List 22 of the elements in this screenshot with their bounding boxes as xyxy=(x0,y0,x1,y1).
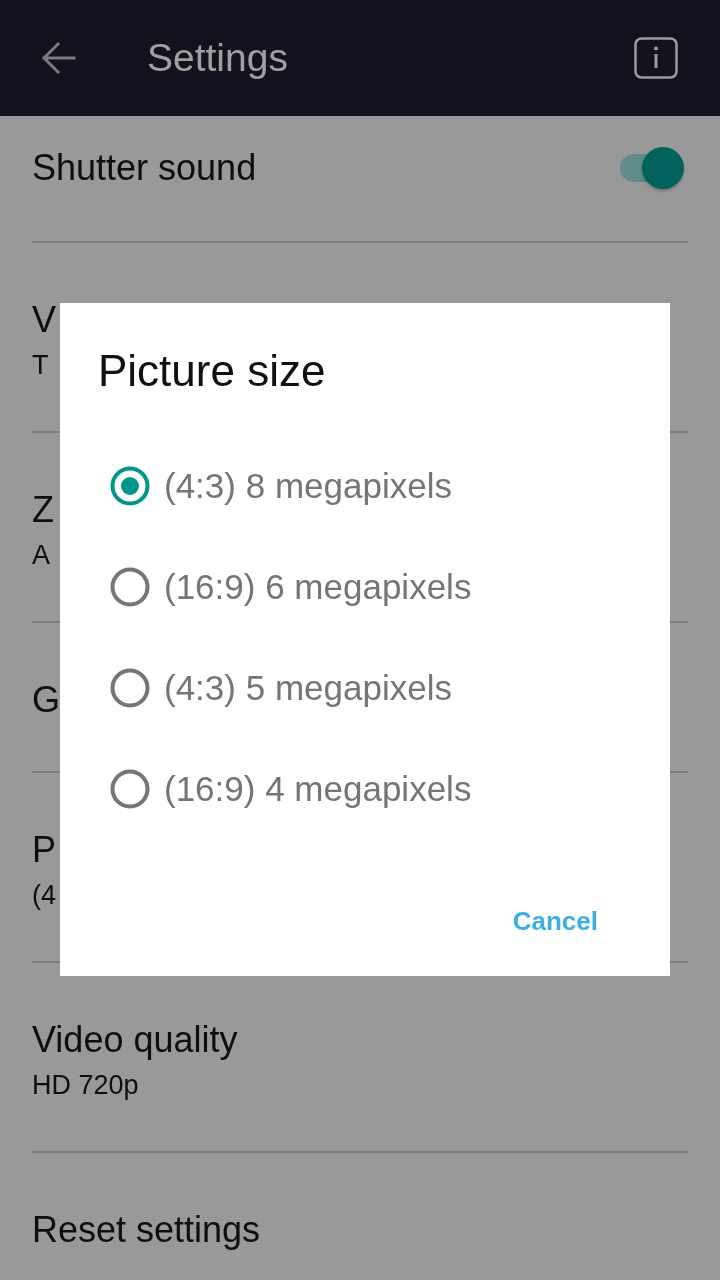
setting-title: Shutter sound xyxy=(32,147,257,189)
radio-option[interactable]: (16:9) 6 megapixels xyxy=(110,536,472,637)
setting-title: V xyxy=(32,299,56,341)
setting-value: T xyxy=(32,349,49,381)
setting-value: (4 xyxy=(32,879,56,911)
cancel-button[interactable]: Cancel xyxy=(496,889,614,953)
setting-value: A xyxy=(32,539,50,571)
setting-title: Reset settings xyxy=(32,1209,261,1251)
info-icon xyxy=(634,37,678,79)
setting-title: Z xyxy=(32,489,54,531)
setting-value: HD 720p xyxy=(32,1069,139,1101)
setting-title: Video quality xyxy=(32,1019,238,1061)
back-button[interactable] xyxy=(40,40,76,76)
setting-title: P xyxy=(32,829,56,871)
radio-option[interactable]: (16:9) 4 megapixels xyxy=(110,738,472,839)
info-button[interactable] xyxy=(634,37,678,79)
radio-option[interactable]: (4:3) 8 megapixels xyxy=(110,435,452,536)
dialog-title: Picture size xyxy=(98,348,326,394)
radio-option[interactable]: (4:3) 5 megapixels xyxy=(110,637,452,738)
screen-title: Settings xyxy=(147,35,289,81)
setting-title: G xyxy=(32,679,60,721)
back-arrow-icon xyxy=(40,40,76,76)
